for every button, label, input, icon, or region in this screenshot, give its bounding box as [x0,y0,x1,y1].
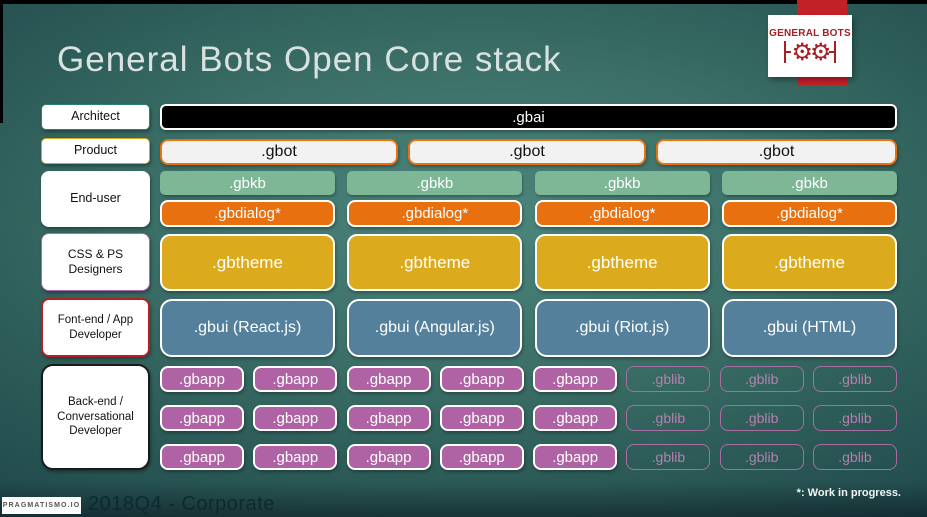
gbdialog-box: .gbdialog* [347,200,523,227]
gbapp-box: .gbapp [346,366,431,392]
gbdialog-box: .gbdialog* [534,200,710,227]
gbapp-box: .gbapp [253,444,338,470]
general-bots-logo: GENERAL BOTS ⚙ ⚙ [768,15,852,77]
gear-bar-right-icon [833,41,836,63]
top-black-bar [0,0,927,4]
role-label-product: Product [41,138,150,164]
gblib-box: .gblib [719,405,804,431]
gbot-box: .gbot [656,139,897,165]
gblib-box: .gblib [812,405,897,431]
gbtheme-row: .gbtheme .gbtheme .gbtheme .gbtheme [160,234,897,291]
gblib-box: .gblib [812,366,897,392]
role-label-end-user: End-user [41,171,150,227]
gblib-box: .gblib [719,444,804,470]
gbkb-box: .gbkb [534,171,710,195]
role-label-designers: CSS & PS Designers [41,233,150,291]
backend-row-1: .gbapp .gbapp .gbapp .gbapp .gbapp .gbli… [160,366,897,392]
backend-row-3: .gbapp .gbapp .gbapp .gbapp .gbapp .gbli… [160,444,897,470]
gbtheme-box: .gbtheme [721,234,897,291]
gbot-box: .gbot [160,139,398,165]
gblib-box: .gblib [626,366,711,392]
gbtheme-box: .gbtheme [534,234,710,291]
gbapp-box: .gbapp [160,444,244,470]
left-black-notch [0,0,3,123]
work-in-progress-footnote: *: Work in progress. [796,487,901,499]
gblib-box: .gblib [626,444,711,470]
gbapp-box: .gbapp [439,444,524,470]
gbai-box: .gbai [160,104,897,130]
gbapp-box: .gbapp [533,444,618,470]
gbui-react-box: .gbui (React.js) [160,299,335,357]
gbui-angular-box: .gbui (Angular.js) [347,299,523,357]
gbtheme-box: .gbtheme [160,234,335,291]
gbkb-row: .gbkb .gbkb .gbkb .gbkb [160,171,897,195]
gbdialog-box: .gbdialog* [721,200,897,227]
gbapp-box: .gbapp [439,366,524,392]
gbapp-box: .gbapp [160,366,244,392]
gbapp-box: .gbapp [253,366,338,392]
gbapp-box: .gbapp [346,405,431,431]
gbapp-box: .gbapp [533,366,618,392]
gbapp-box: .gbapp [439,405,524,431]
slide-title: General Bots Open Core stack [57,40,562,79]
gbkb-box: .gbkb [160,171,335,195]
gblib-box: .gblib [626,405,711,431]
gbkb-box: .gbkb [721,171,897,195]
gblib-box: .gblib [812,444,897,470]
gbapp-box: .gbapp [253,405,338,431]
backend-row-2: .gbapp .gbapp .gbapp .gbapp .gbapp .gbli… [160,405,897,431]
gbot-box: .gbot [408,139,646,165]
gbtheme-box: .gbtheme [347,234,523,291]
gear-icon: ⚙ [791,38,812,66]
gears-icon: ⚙ ⚙ [784,38,836,66]
role-label-architect: Architect [41,104,150,130]
gbkb-box: .gbkb [347,171,523,195]
gear-icon: ⚙ [810,38,831,66]
gbdialog-row: .gbdialog* .gbdialog* .gbdialog* .gbdial… [160,200,897,227]
gbapp-box: .gbapp [533,405,618,431]
gblib-box: .gblib [719,366,804,392]
pragmatismo-brand-badge: PRAGMATISMO.IO [2,497,81,514]
gbui-riot-box: .gbui (Riot.js) [534,299,710,357]
role-label-frontend: Font-end / App Developer [41,298,150,357]
gbui-html-box: .gbui (HTML) [721,299,897,357]
gbui-row: .gbui (React.js) .gbui (Angular.js) .gbu… [160,299,897,357]
footer-text: 2018Q4 - Corporate [88,493,275,515]
gbai-row: .gbai [160,104,897,130]
slide-canvas: General Bots Open Core stack GENERAL BOT… [0,0,927,517]
gbdialog-box: .gbdialog* [160,200,335,227]
role-label-backend: Back-end / Conversational Developer [41,364,150,470]
gbapp-box: .gbapp [346,444,431,470]
gbapp-box: .gbapp [160,405,244,431]
gbot-row: .gbot .gbot .gbot [160,139,897,165]
